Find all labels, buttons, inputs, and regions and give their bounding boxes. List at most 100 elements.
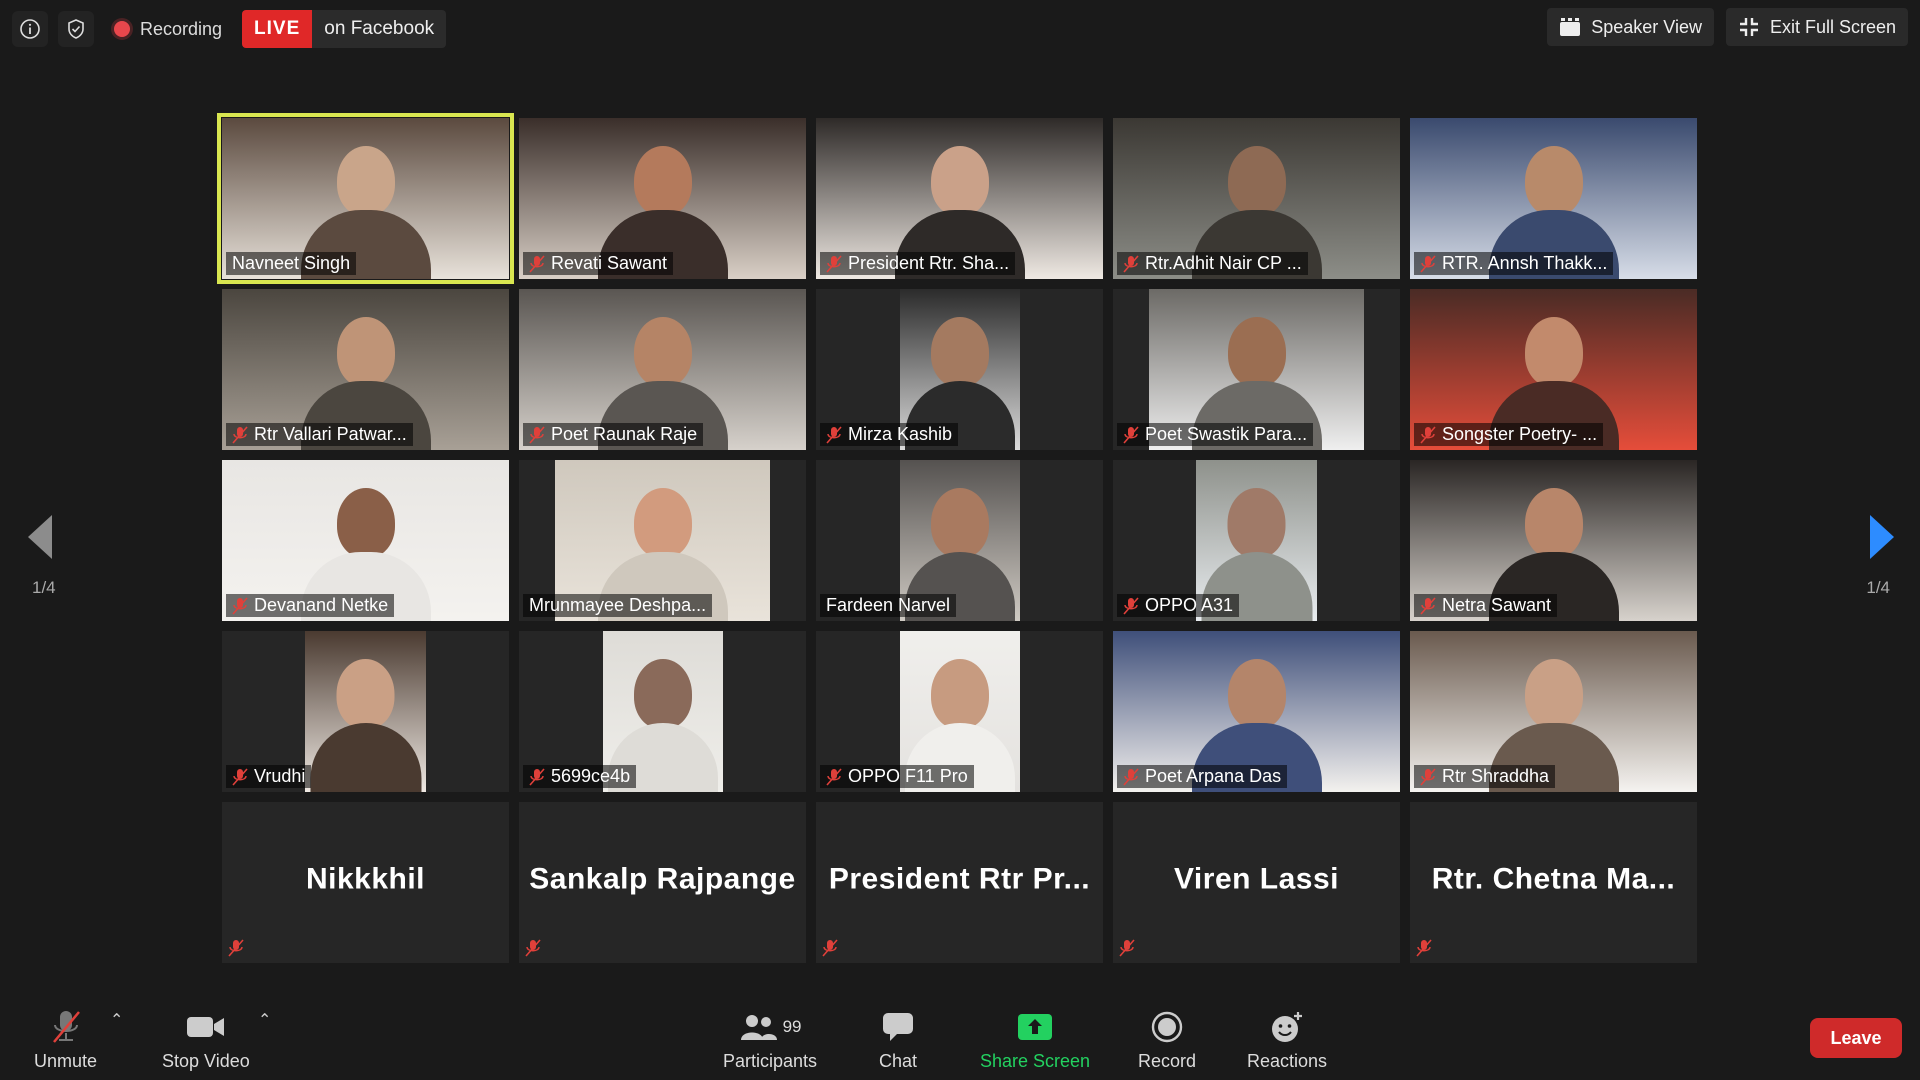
participant-name-label: Poet Arpana Das [1117,765,1288,788]
muted-mic-icon [1123,425,1139,444]
muted-mic-icon [1416,939,1432,957]
participant-name-label: OPPO A31 [1117,594,1240,617]
participant-name: President Rtr. Sha... [848,253,1010,273]
participant-tile-no-video[interactable]: Nikkkhil [222,802,509,963]
live-destination: on Facebook [312,10,447,48]
participant-tile[interactable]: Mirza Kashib [816,289,1103,450]
participants-button[interactable]: 99 Participants [723,1009,817,1072]
participant-display-name: Sankalp Rajpange [529,862,796,896]
info-icon [20,19,40,39]
participant-name: Songster Poetry- ... [1442,424,1598,444]
participant-tile[interactable]: Mrunmayee Deshpa... [519,460,806,621]
audio-options-caret-icon[interactable]: ⌃ [110,1010,123,1030]
reactions-label: Reactions [1247,1051,1328,1071]
page-indicator-right: 1/4 [1866,578,1890,597]
participant-name: Rtr Shraddha [1442,766,1550,786]
video-camera-icon [186,1017,224,1037]
chat-bubble-icon [883,1013,914,1041]
muted-mic-icon [1123,767,1139,786]
participant-name-label: RTR. Annsh Thakk... [1414,252,1614,275]
participant-tile[interactable]: RTR. Annsh Thakk... [1410,118,1697,279]
live-stream-indicator[interactable]: LIVE on Facebook [242,10,447,48]
meeting-info-button[interactable] [12,11,48,47]
reactions-button[interactable]: Reactions [1247,1009,1327,1072]
participant-name: Fardeen Narvel [826,595,951,615]
stop-video-button[interactable]: Stop Video [162,1009,250,1072]
participant-name-label: Songster Poetry- ... [1414,423,1604,446]
participant-tile-no-video[interactable]: Viren Lassi [1113,802,1400,963]
participant-tile-no-video[interactable]: Rtr. Chetna Ma... [1410,802,1697,963]
participant-tile[interactable]: Poet Raunak Raje [519,289,806,450]
participant-tile[interactable]: Songster Poetry- ... [1410,289,1697,450]
chat-label: Chat [879,1051,918,1071]
previous-page-arrow-icon[interactable] [28,515,52,559]
participant-name-label: Poet Raunak Raje [523,423,704,446]
stop-video-label: Stop Video [162,1051,250,1071]
participant-name-label: Navneet Singh [226,252,357,275]
participant-tile[interactable]: Vrudhi [222,631,509,792]
record-button[interactable]: Record [1138,1009,1196,1072]
muted-microphone-icon [52,1011,80,1043]
gallery-grid: Navneet Singh Revati Sawant President Rtr.… [217,113,1697,963]
leave-button[interactable]: Leave [1810,1018,1902,1058]
participant-tile[interactable]: Devanand Netke [222,460,509,621]
unmute-button[interactable]: Unmute [34,1009,97,1072]
muted-mic-icon [1420,254,1436,273]
participant-name: Vrudhi [254,766,306,786]
meeting-toolbar: Unmute ⌃ Stop Video ⌃ 99 Participants Ch… [0,980,1920,1080]
share-screen-label: Share Screen [980,1051,1091,1071]
muted-mic-icon [529,767,545,786]
participant-name-label: 5699ce4b [523,765,637,788]
participant-name: OPPO A31 [1145,595,1234,615]
grid-view-icon [1560,18,1581,36]
muted-mic-icon [529,254,545,273]
participant-tile[interactable]: Poet Arpana Das [1113,631,1400,792]
video-options-caret-icon[interactable]: ⌃ [258,1010,271,1030]
participant-name-label: Vrudhi [226,765,312,788]
participants-count: 99 [782,1017,802,1036]
participant-tile[interactable]: Netra Sawant [1410,460,1697,621]
participant-tile[interactable]: Navneet Singh [217,113,514,284]
participant-display-name: Nikkkhil [305,862,426,896]
participant-name: Revati Sawant [551,253,668,273]
unmute-label: Unmute [34,1051,98,1071]
live-badge: LIVE [242,10,313,48]
participant-name: Rtr Vallari Patwar... [254,424,407,444]
participant-name: Netra Sawant [1442,595,1552,615]
muted-mic-icon [826,425,842,444]
participant-tile[interactable]: 5699ce4b [519,631,806,792]
participants-label: Participants [723,1051,818,1071]
participant-tile[interactable]: Rtr.Adhit Nair CP ... [1113,118,1400,279]
record-dot-icon [114,21,130,37]
exit-full-screen-button[interactable]: Exit Full Screen [1725,8,1908,46]
muted-mic-icon [822,939,838,957]
participant-tile[interactable]: Fardeen Narvel [816,460,1103,621]
participant-tile[interactable]: OPPO A31 [1113,460,1400,621]
participant-tile[interactable]: President Rtr. Sha... [816,118,1103,279]
participant-name: Poet Arpana Das [1145,766,1282,786]
recording-indicator[interactable]: Recording [104,11,232,47]
chat-button[interactable]: Chat [879,1009,917,1072]
next-page-arrow-icon[interactable] [1870,515,1894,559]
participant-tile[interactable]: Poet Swastik Para... [1113,289,1400,450]
participant-display-name: Viren Lassi [1173,862,1340,896]
participant-name: Poet Swastik Para... [1145,424,1308,444]
participant-tile[interactable]: Revati Sawant [519,118,806,279]
top-bar-left: Recording LIVE on Facebook [12,10,447,48]
security-button[interactable] [58,11,94,47]
participant-tile[interactable]: OPPO F11 Pro [816,631,1103,792]
participant-name-label: Mirza Kashib [820,423,959,446]
speaker-view-button[interactable]: Speaker View [1547,8,1714,46]
shield-icon [68,19,84,39]
participant-tile[interactable]: Rtr Vallari Patwar... [222,289,509,450]
muted-mic-icon [529,425,545,444]
muted-mic-icon [1420,767,1436,786]
participant-tile[interactable]: Rtr Shraddha [1410,631,1697,792]
exit-full-screen-label: Exit Full Screen [1769,16,1896,37]
participant-name-label: Devanand Netke [226,594,395,617]
muted-mic-icon [1420,425,1436,444]
share-screen-button[interactable]: Share Screen [980,1009,1090,1072]
participant-tile-no-video[interactable]: President Rtr Pr... [816,802,1103,963]
top-bar: Recording LIVE on Facebook Speaker View … [0,0,1920,62]
participant-tile-no-video[interactable]: Sankalp Rajpange [519,802,806,963]
